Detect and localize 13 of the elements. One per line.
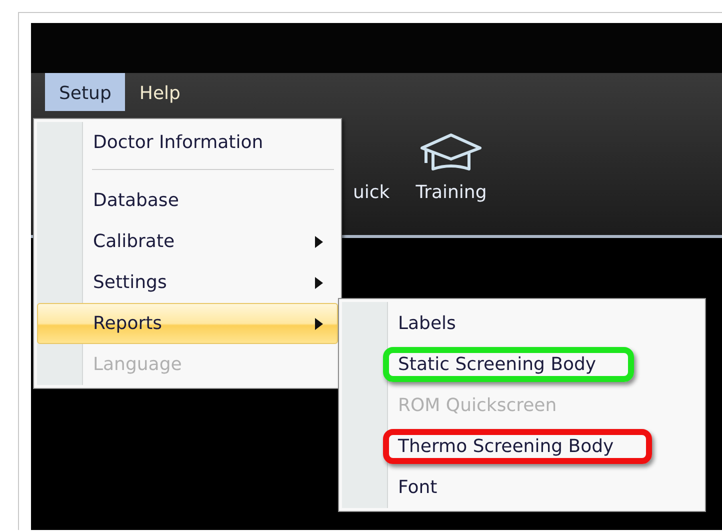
menu-item[interactable]: Doctor Information [37,122,338,163]
menu-item[interactable]: Thermo Screening Body [342,426,702,467]
menu-item[interactable]: Settings [37,262,338,303]
menu-item[interactable]: Reports [37,303,338,344]
menu-item[interactable]: Help [125,73,194,111]
training-button[interactable]: Training [416,130,487,206]
menu-item[interactable]: Calibrate [37,221,338,262]
menu-item[interactable]: Labels [342,303,702,344]
menu-item[interactable]: Setup [45,73,126,111]
menu-item[interactable]: Font [342,467,702,508]
menu-item[interactable]: Database [37,180,338,221]
menu-item[interactable]: Static Screening Body [342,344,702,385]
toolbar-label[interactable]: uick [353,178,390,206]
